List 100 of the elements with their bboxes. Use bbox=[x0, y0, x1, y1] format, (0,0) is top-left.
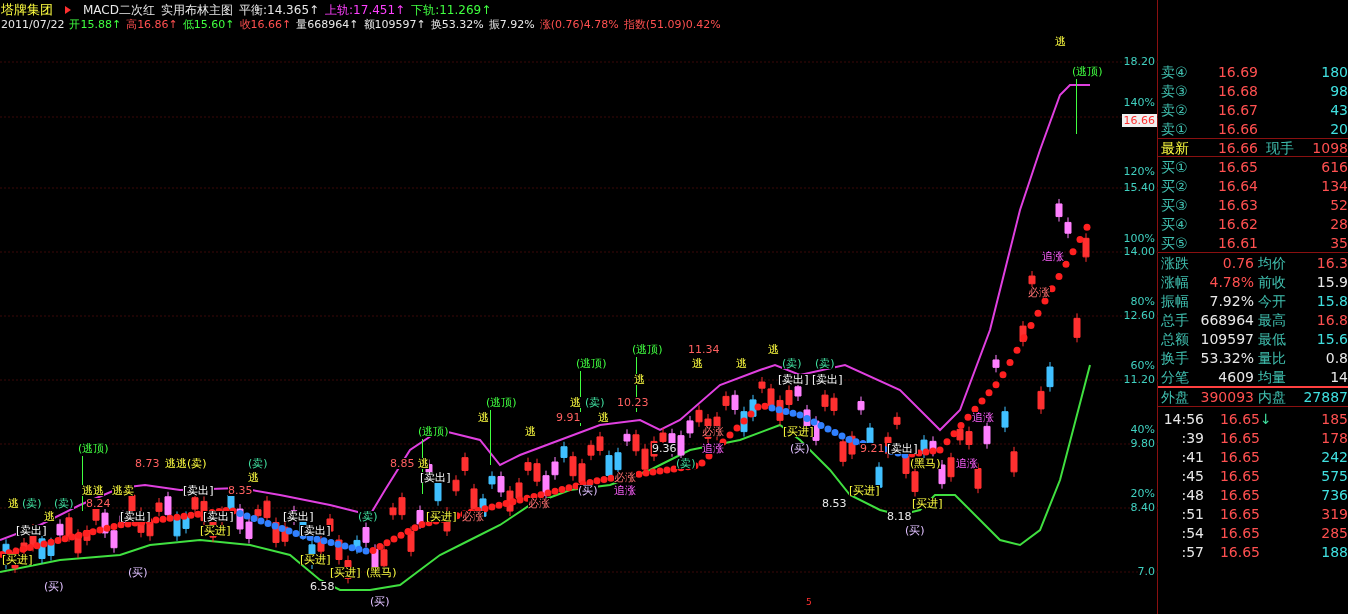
ask-volume: 180 bbox=[1320, 64, 1348, 79]
indicator-name: MACD二次红 bbox=[83, 3, 155, 16]
quote-value: 换53.32% bbox=[430, 19, 484, 30]
price-label: 9.36 bbox=[652, 443, 677, 454]
stat-value: 16.3 bbox=[1315, 255, 1348, 270]
axis-label: 120% bbox=[1123, 166, 1155, 177]
stat-label: 最低 bbox=[1258, 331, 1287, 346]
ask-label: 卖① bbox=[1160, 121, 1189, 136]
ask-volume: 43 bbox=[1329, 102, 1348, 117]
axis-label: 12.60 bbox=[1123, 310, 1155, 321]
buy-signal: [买进] bbox=[330, 567, 361, 578]
quote-value: 指数(51.09)0.42% bbox=[623, 19, 721, 30]
bid-volume: 35 bbox=[1329, 235, 1348, 250]
stat-value: 53.32% bbox=[1199, 350, 1254, 365]
escape-signal: 逃 bbox=[736, 358, 747, 369]
quote-value: 开15.88↑ bbox=[69, 19, 122, 30]
sell-signal: (卖) bbox=[22, 498, 42, 509]
tick-time: :48 bbox=[1180, 487, 1204, 502]
triangle-icon[interactable] bbox=[65, 5, 71, 14]
ask-label: 卖② bbox=[1160, 102, 1189, 117]
stat-label: 前收 bbox=[1258, 274, 1287, 289]
quote-value: 振7.92% bbox=[488, 19, 535, 30]
price-label: 10.23 bbox=[617, 397, 649, 408]
escape-top-signal: (逃顶) bbox=[418, 426, 449, 437]
stat-label: 今开 bbox=[1258, 293, 1287, 308]
tick-time: :39 bbox=[1180, 430, 1204, 445]
escape-signal: 逃 bbox=[570, 397, 581, 408]
escape-top-signal: (逃顶) bbox=[1072, 66, 1103, 77]
inner-label: 内盘 bbox=[1258, 390, 1287, 404]
axis-label: 11.20 bbox=[1123, 374, 1155, 385]
escape-signal: 逃 bbox=[598, 412, 609, 423]
stat-label: 总手 bbox=[1160, 312, 1190, 327]
quote-value: 量668964↑ bbox=[296, 19, 359, 30]
escape-top-signal: (逃顶) bbox=[576, 358, 607, 369]
tick-price: 16.65 bbox=[1218, 430, 1260, 445]
buy-signal: (买) bbox=[905, 525, 925, 536]
escape-signal: 逃 bbox=[1055, 36, 1066, 47]
sell-signal: (卖) bbox=[585, 397, 605, 408]
quote-date: 2011/07/22 bbox=[1, 19, 65, 30]
sell-signal: (卖) bbox=[248, 458, 268, 469]
axis-label: 80% bbox=[1130, 296, 1155, 307]
escape-signal: 逃 bbox=[248, 472, 259, 483]
stat-value: 4609 bbox=[1217, 369, 1254, 384]
axis-label: 100% bbox=[1123, 233, 1155, 244]
escape-signal: 逃 bbox=[478, 412, 489, 423]
tick-volume: 185 bbox=[1320, 411, 1348, 426]
axis-label: 15.40 bbox=[1123, 182, 1155, 193]
stat-label: 涨幅 bbox=[1160, 274, 1190, 289]
sell-signal: [卖出] bbox=[203, 511, 234, 522]
bid-price: 16.61 bbox=[1216, 235, 1258, 250]
stat-label: 均量 bbox=[1258, 369, 1287, 384]
tick-time: :41 bbox=[1180, 449, 1204, 464]
buy-signal: [买进] bbox=[783, 426, 814, 437]
quote-value: 涨(0.76)4.78% bbox=[539, 19, 619, 30]
stat-value: 668964 bbox=[1199, 312, 1254, 327]
bid-label: 买① bbox=[1160, 159, 1189, 174]
stock-name: 塔牌集团 bbox=[1, 3, 53, 16]
sell-signal: (卖) bbox=[358, 511, 378, 522]
escape-top-signal: (逃顶) bbox=[78, 443, 109, 454]
chase-signal: 追涨 bbox=[1042, 251, 1064, 262]
axis-label: 18.20 bbox=[1123, 56, 1155, 67]
stat-value: 4.78% bbox=[1208, 274, 1254, 289]
bid-volume: 52 bbox=[1329, 197, 1348, 212]
volume-label: 现手 bbox=[1266, 140, 1294, 155]
stat-label: 换手 bbox=[1160, 350, 1190, 365]
outer-label: 外盘 bbox=[1160, 390, 1190, 404]
price-label: 8.35 bbox=[228, 485, 253, 496]
indicator-value: 平衡:14.365↑ bbox=[239, 3, 320, 16]
tick-price: 16.65 bbox=[1218, 506, 1260, 521]
escape-signal: 逃 bbox=[418, 458, 429, 469]
buy-signal: [买进] bbox=[2, 554, 33, 565]
signal-line bbox=[490, 410, 491, 465]
axis-label: 140% bbox=[1123, 97, 1155, 108]
ask-price: 16.68 bbox=[1216, 83, 1258, 98]
price-label: 11.34 bbox=[688, 344, 720, 355]
tick-volume: 736 bbox=[1320, 487, 1348, 502]
sell-signal: [卖出] bbox=[812, 374, 843, 385]
tick-time: :57 bbox=[1180, 544, 1204, 559]
bid-price: 16.64 bbox=[1216, 178, 1258, 193]
price-label: 9.21 bbox=[860, 443, 885, 454]
ask-volume: 98 bbox=[1329, 83, 1348, 98]
axis-label: 7.0 bbox=[1137, 566, 1155, 577]
buy-signal: (买) bbox=[128, 567, 148, 578]
bid-price: 16.65 bbox=[1216, 159, 1258, 174]
ask-label: 卖③ bbox=[1160, 83, 1189, 98]
escape-signal: 逃 bbox=[768, 344, 779, 355]
ask-label: 卖④ bbox=[1160, 64, 1189, 79]
tick-volume: 178 bbox=[1320, 430, 1348, 445]
axis-label: 14.00 bbox=[1123, 246, 1155, 257]
bid-volume: 616 bbox=[1320, 159, 1348, 174]
price-label: 6.58 bbox=[310, 581, 335, 592]
bid-label: 买② bbox=[1160, 178, 1189, 193]
buy-signal: [买进] bbox=[300, 554, 331, 565]
axis-label: 9.80 bbox=[1130, 438, 1155, 449]
escape-signal: 逃 bbox=[8, 498, 19, 509]
sell-signal: [卖出] bbox=[887, 443, 918, 454]
price-label: 8.18 bbox=[887, 511, 912, 522]
stat-label: 振幅 bbox=[1160, 293, 1190, 308]
latest-volume: 1098 bbox=[1311, 140, 1348, 155]
stat-value: 15.9 bbox=[1315, 274, 1348, 289]
